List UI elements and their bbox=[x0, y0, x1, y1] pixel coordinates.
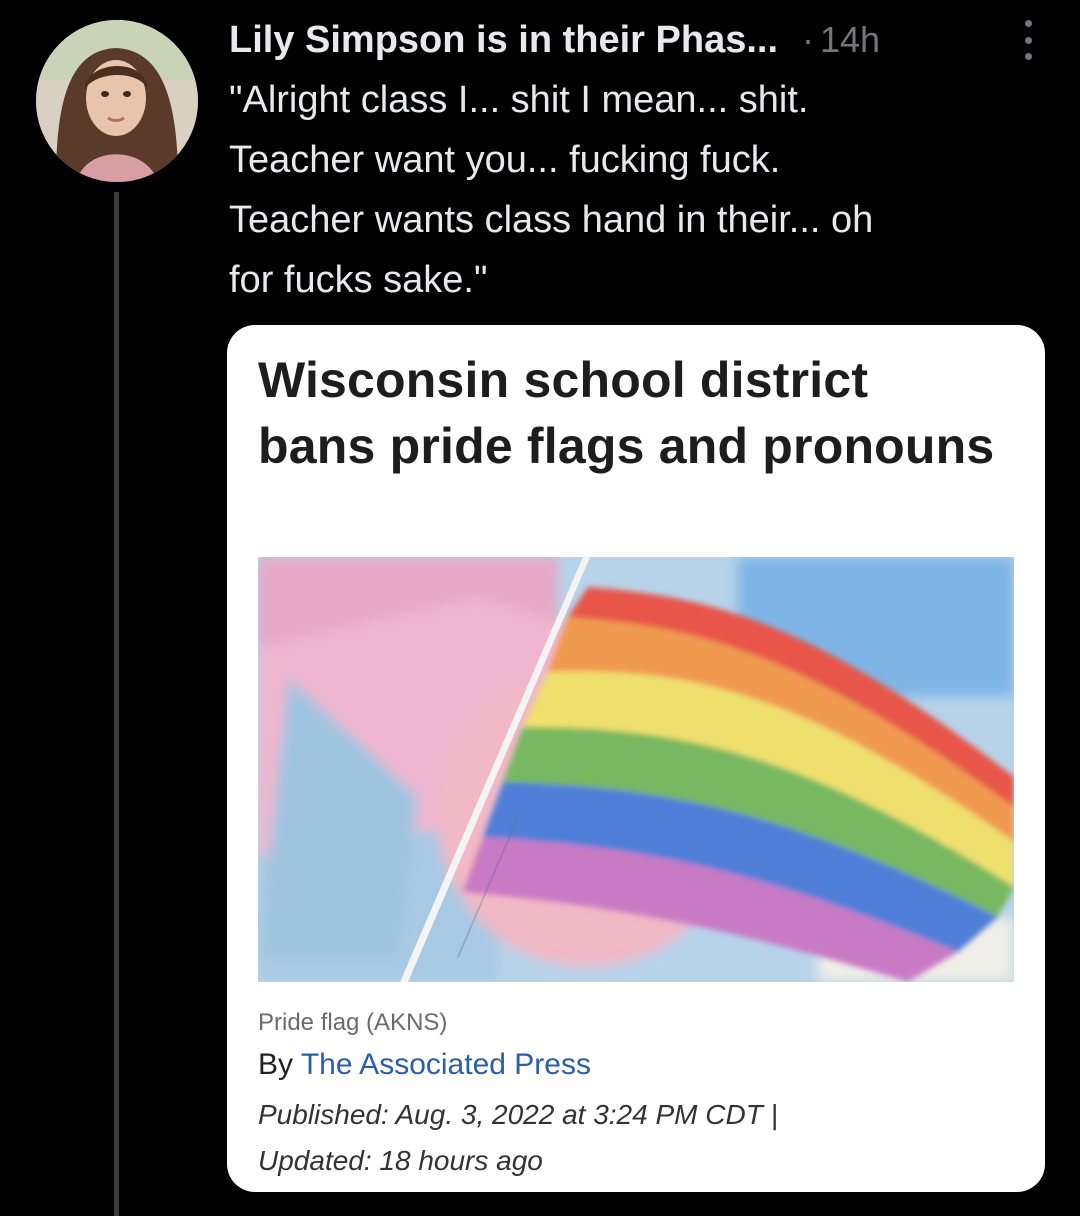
byline-prefix: By bbox=[258, 1048, 301, 1081]
byline: By The Associated Press bbox=[258, 1048, 591, 1082]
thread-line bbox=[114, 192, 119, 1216]
tweet-text: "Alright class I... shit I mean... shit.… bbox=[229, 79, 874, 301]
updated-date: Updated: 18 hours ago bbox=[258, 1145, 543, 1176]
timestamp[interactable]: 14h bbox=[820, 19, 880, 61]
separator-dot: · bbox=[802, 19, 815, 60]
image-caption: Pride flag (AKNS) bbox=[258, 1009, 448, 1036]
profile-photo bbox=[36, 20, 198, 182]
more-vertical-icon[interactable] bbox=[1016, 20, 1040, 60]
published-date: Published: Aug. 3, 2022 at 3:24 PM CDT | bbox=[258, 1099, 778, 1130]
tweet[interactable]: Lily Simpson is in their Phas... · 14h "… bbox=[0, 0, 1080, 1216]
byline-source-link[interactable]: The Associated Press bbox=[301, 1048, 591, 1081]
display-name[interactable]: Lily Simpson is in their Phas... bbox=[229, 19, 778, 62]
article-headline: Wisconsin school district bans pride fla… bbox=[258, 352, 995, 474]
tweet-header: Lily Simpson is in their Phas... · 14h bbox=[229, 14, 1040, 66]
avatar[interactable] bbox=[36, 20, 198, 182]
embedded-image-card[interactable]: Wisconsin school district bans pride fla… bbox=[227, 325, 1045, 1192]
pride-flag-photo bbox=[258, 557, 1014, 982]
